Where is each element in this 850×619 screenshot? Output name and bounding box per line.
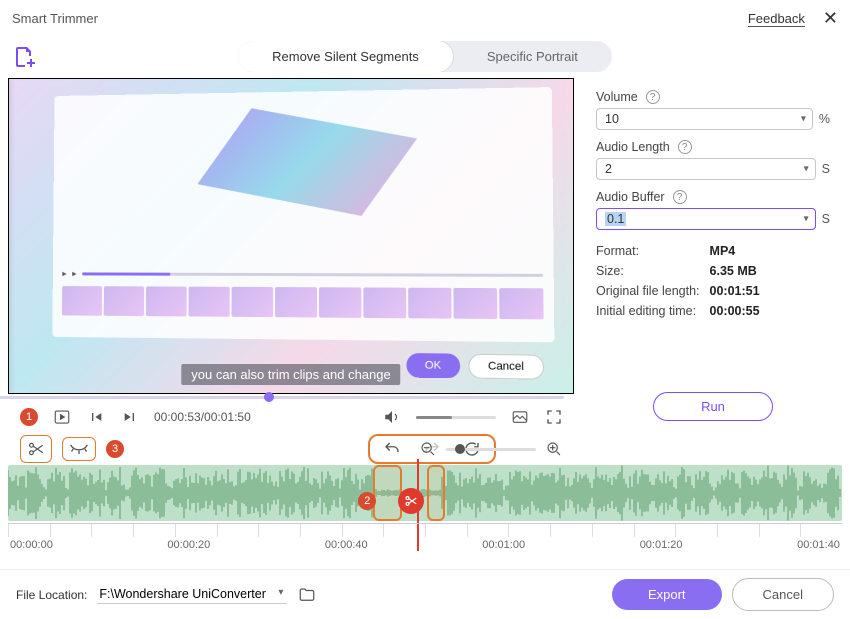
- file-location-label: File Location:: [16, 588, 87, 602]
- init-edit-value: 00:00:55: [710, 304, 830, 318]
- audio-length-unit: S: [822, 162, 830, 176]
- browse-folder-icon[interactable]: [297, 585, 317, 605]
- annotation-badge-2: 2: [358, 492, 376, 510]
- snapshot-icon[interactable]: [510, 407, 530, 427]
- cut-marker-icon[interactable]: [398, 488, 424, 514]
- next-button[interactable]: [120, 407, 140, 427]
- run-button[interactable]: Run: [653, 392, 773, 421]
- video-content: ▸▸ OK Cancel: [52, 87, 554, 342]
- size-label: Size:: [596, 264, 700, 278]
- format-label: Format:: [596, 244, 700, 258]
- selection-left[interactable]: [373, 465, 401, 521]
- playhead[interactable]: [417, 459, 419, 551]
- seek-bar[interactable]: [0, 396, 564, 399]
- timeline-labels: 00:00:00 00:00:20 00:00:40 00:01:00 00:0…: [0, 537, 850, 559]
- help-icon[interactable]: ?: [678, 140, 692, 154]
- play-button[interactable]: [52, 407, 72, 427]
- export-button[interactable]: Export: [612, 579, 722, 610]
- cancel-button[interactable]: Cancel: [732, 578, 834, 611]
- audio-length-select[interactable]: 2: [596, 158, 816, 180]
- annotation-badge-3: 3: [106, 440, 124, 458]
- tab-remove-silent[interactable]: Remove Silent Segments: [238, 41, 453, 72]
- audio-buffer-label: Audio Buffer: [596, 190, 665, 204]
- size-value: 6.35 MB: [710, 264, 830, 278]
- video-caption: you can also trim clips and change: [181, 364, 400, 385]
- video-preview[interactable]: ▸▸ OK Cancel you can also trim clips and…: [8, 78, 574, 394]
- mode-tabs: Remove Silent Segments Specific Portrait: [238, 41, 612, 72]
- zoom-slider[interactable]: [446, 448, 536, 451]
- timecode-display: 00:00:53/00:01:50: [154, 410, 251, 424]
- redo-button[interactable]: [422, 439, 442, 459]
- time-ruler: [8, 523, 842, 537]
- prev-button[interactable]: [86, 407, 106, 427]
- volume-icon[interactable]: [382, 407, 402, 427]
- help-icon[interactable]: ?: [673, 190, 687, 204]
- file-location-input[interactable]: [97, 585, 287, 604]
- undo-button[interactable]: [382, 439, 402, 459]
- tab-specific-portrait[interactable]: Specific Portrait: [453, 41, 612, 72]
- orig-length-label: Original file length:: [596, 284, 700, 298]
- init-edit-label: Initial editing time:: [596, 304, 700, 318]
- volume-select[interactable]: 10: [596, 108, 813, 130]
- hide-tool[interactable]: [62, 437, 96, 461]
- window-title: Smart Trimmer: [12, 11, 98, 26]
- volume-unit: %: [819, 112, 830, 126]
- audio-buffer-unit: S: [822, 212, 830, 226]
- help-icon[interactable]: ?: [646, 90, 660, 104]
- feedback-link[interactable]: Feedback: [748, 11, 805, 27]
- orig-length-value: 00:01:51: [710, 284, 830, 298]
- annotation-badge-1: 1: [20, 408, 38, 426]
- volume-label: Volume: [596, 90, 638, 104]
- volume-slider[interactable]: [416, 416, 496, 419]
- format-value: MP4: [710, 244, 830, 258]
- audio-buffer-select[interactable]: 0.1: [596, 208, 816, 230]
- zoom-in-icon[interactable]: [544, 439, 564, 459]
- selection-right[interactable]: [427, 465, 445, 521]
- add-document-icon[interactable]: [12, 45, 36, 69]
- cut-tool[interactable]: [20, 435, 52, 463]
- audio-length-label: Audio Length: [596, 140, 670, 154]
- waveform-timeline[interactable]: 2: [8, 465, 842, 537]
- close-icon[interactable]: ✕: [823, 8, 838, 29]
- fullscreen-icon[interactable]: [544, 407, 564, 427]
